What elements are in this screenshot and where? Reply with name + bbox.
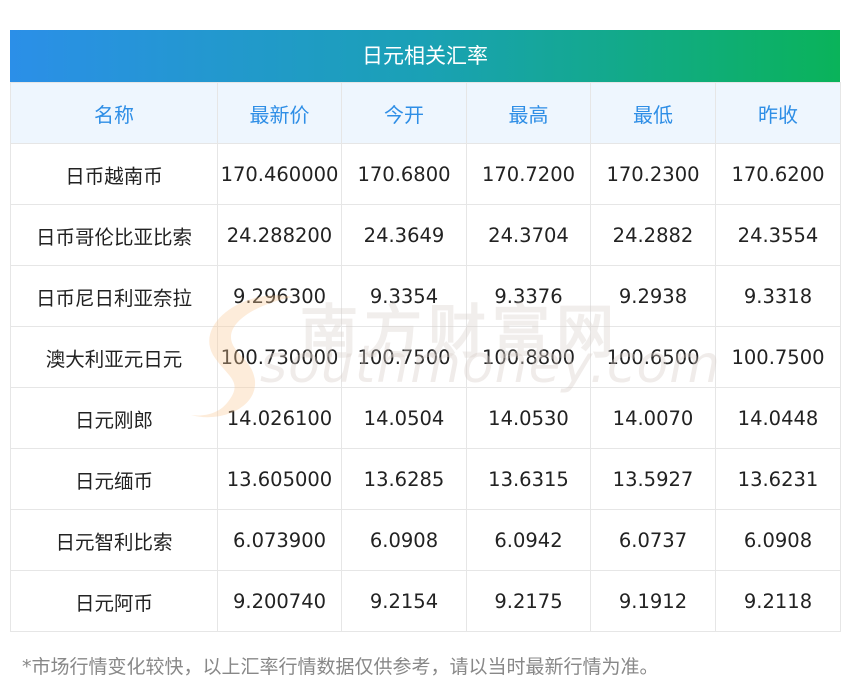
- cell-open: 170.6800: [341, 143, 467, 205]
- cell-prev-close: 9.2118: [715, 570, 841, 632]
- cell-latest: 6.073900: [217, 509, 342, 571]
- cell-prev-close: 6.0908: [715, 509, 841, 571]
- cell-low: 9.2938: [590, 265, 716, 327]
- column-header-latest: 最新价: [217, 82, 342, 144]
- cell-open: 9.2154: [341, 570, 467, 632]
- cell-name: 日元智利比索: [10, 509, 218, 571]
- cell-low: 24.2882: [590, 204, 716, 266]
- disclaimer-footnote: *市场行情变化较快，以上汇率行情数据仅供参考，请以当时最新行情为准。: [22, 656, 659, 678]
- cell-open: 13.6285: [341, 448, 467, 510]
- cell-latest: 170.460000: [217, 143, 342, 205]
- cell-latest: 9.200740: [217, 570, 342, 632]
- table-row: 日元阿币 9.200740 9.2154 9.2175 9.1912 9.211…: [10, 570, 841, 632]
- cell-prev-close: 9.3318: [715, 265, 841, 327]
- rates-panel: 日元相关汇率 名称 最新价 今开 最高 最低 昨收 日币越南币 170.4600…: [10, 30, 841, 632]
- cell-open: 14.0504: [341, 387, 467, 449]
- rates-table: 名称 最新价 今开 最高 最低 昨收 日币越南币 170.460000 170.…: [10, 82, 841, 632]
- cell-high: 24.3704: [466, 204, 591, 266]
- cell-latest: 24.288200: [217, 204, 342, 266]
- cell-low: 100.6500: [590, 326, 716, 388]
- table-row: 日元刚郎 14.026100 14.0504 14.0530 14.0070 1…: [10, 387, 841, 449]
- cell-high: 13.6315: [466, 448, 591, 510]
- column-header-low: 最低: [590, 82, 716, 144]
- header-row: 名称 最新价 今开 最高 最低 昨收: [10, 82, 841, 144]
- cell-high: 14.0530: [466, 387, 591, 449]
- cell-name: 日币哥伦比亚比索: [10, 204, 218, 266]
- table-row: 澳大利亚元日元 100.730000 100.7500 100.8800 100…: [10, 326, 841, 388]
- cell-prev-close: 24.3554: [715, 204, 841, 266]
- cell-name: 日元缅币: [10, 448, 218, 510]
- cell-prev-close: 100.7500: [715, 326, 841, 388]
- cell-open: 24.3649: [341, 204, 467, 266]
- cell-prev-close: 14.0448: [715, 387, 841, 449]
- cell-latest: 14.026100: [217, 387, 342, 449]
- cell-high: 6.0942: [466, 509, 591, 571]
- cell-prev-close: 13.6231: [715, 448, 841, 510]
- cell-name: 日元阿币: [10, 570, 218, 632]
- table-title: 日元相关汇率: [10, 30, 840, 82]
- table-row: 日币哥伦比亚比索 24.288200 24.3649 24.3704 24.28…: [10, 204, 841, 266]
- cell-name: 日币越南币: [10, 143, 218, 205]
- cell-open: 6.0908: [341, 509, 467, 571]
- cell-open: 9.3354: [341, 265, 467, 327]
- column-header-name: 名称: [10, 82, 218, 144]
- cell-name: 日币尼日利亚奈拉: [10, 265, 218, 327]
- cell-high: 9.3376: [466, 265, 591, 327]
- cell-low: 6.0737: [590, 509, 716, 571]
- cell-latest: 100.730000: [217, 326, 342, 388]
- table-row: 日币尼日利亚奈拉 9.296300 9.3354 9.3376 9.2938 9…: [10, 265, 841, 327]
- cell-latest: 9.296300: [217, 265, 342, 327]
- cell-low: 170.2300: [590, 143, 716, 205]
- column-header-high: 最高: [466, 82, 591, 144]
- cell-name: 日元刚郎: [10, 387, 218, 449]
- column-header-prev-close: 昨收: [715, 82, 841, 144]
- cell-high: 9.2175: [466, 570, 591, 632]
- column-header-open: 今开: [341, 82, 467, 144]
- cell-high: 100.8800: [466, 326, 591, 388]
- cell-latest: 13.605000: [217, 448, 342, 510]
- cell-high: 170.7200: [466, 143, 591, 205]
- table-row: 日币越南币 170.460000 170.6800 170.7200 170.2…: [10, 143, 841, 205]
- cell-prev-close: 170.6200: [715, 143, 841, 205]
- cell-name: 澳大利亚元日元: [10, 326, 218, 388]
- cell-low: 14.0070: [590, 387, 716, 449]
- cell-open: 100.7500: [341, 326, 467, 388]
- table-row: 日元缅币 13.605000 13.6285 13.6315 13.5927 1…: [10, 448, 841, 510]
- cell-low: 9.1912: [590, 570, 716, 632]
- cell-low: 13.5927: [590, 448, 716, 510]
- table-row: 日元智利比索 6.073900 6.0908 6.0942 6.0737 6.0…: [10, 509, 841, 571]
